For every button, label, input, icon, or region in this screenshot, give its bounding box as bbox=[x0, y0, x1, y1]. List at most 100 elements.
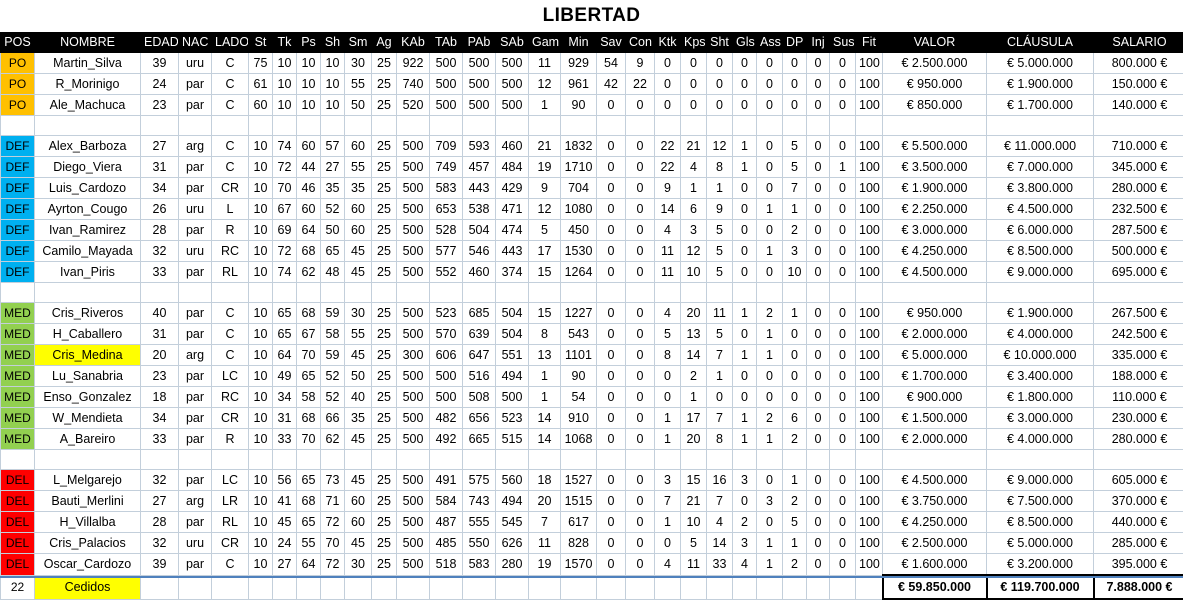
stat-cell-sht[interactable]: 0 bbox=[707, 95, 733, 116]
stat-cell-sab[interactable]: 494 bbox=[496, 366, 529, 387]
stat-cell-sav[interactable]: 0 bbox=[597, 387, 626, 408]
stat-cell-sus[interactable]: 0 bbox=[830, 199, 856, 220]
stat-cell-inj[interactable]: 0 bbox=[807, 241, 830, 262]
player-name-cell[interactable]: Lu_Sanabria bbox=[35, 366, 141, 387]
stat-cell-min[interactable]: 704 bbox=[561, 178, 597, 199]
player-side-cell[interactable]: R bbox=[212, 429, 249, 450]
stat-cell-sht[interactable]: 5 bbox=[707, 241, 733, 262]
stat-cell-sm[interactable]: 45 bbox=[345, 533, 372, 554]
stat-cell-sav[interactable]: 0 bbox=[597, 324, 626, 345]
stat-cell-sav[interactable]: 0 bbox=[597, 220, 626, 241]
value-cell[interactable]: € 1.500.000 bbox=[883, 408, 987, 429]
stat-cell-sm[interactable]: 30 bbox=[345, 53, 372, 74]
stat-cell-tk[interactable]: 41 bbox=[273, 491, 297, 512]
stat-cell-kps[interactable]: 1 bbox=[681, 387, 707, 408]
col-header-fit[interactable]: Fit bbox=[856, 33, 883, 53]
stat-cell-inj[interactable]: 0 bbox=[807, 554, 830, 576]
stat-cell-tk[interactable]: 64 bbox=[273, 345, 297, 366]
stat-cell-gam[interactable]: 13 bbox=[529, 345, 561, 366]
stat-cell-sab[interactable]: 500 bbox=[496, 74, 529, 95]
stat-cell-gls[interactable]: 0 bbox=[733, 324, 757, 345]
player-age-cell[interactable]: 31 bbox=[141, 157, 179, 178]
salary-cell[interactable]: 287.500 € bbox=[1094, 220, 1183, 241]
stat-cell-sm[interactable]: 60 bbox=[345, 512, 372, 533]
stat-cell-tk[interactable]: 24 bbox=[273, 533, 297, 554]
stat-cell-ps[interactable]: 58 bbox=[297, 387, 321, 408]
stat-cell-fit[interactable]: 100 bbox=[856, 387, 883, 408]
stat-cell-ktk[interactable]: 0 bbox=[655, 74, 681, 95]
stat-cell-sh[interactable]: 58 bbox=[321, 324, 345, 345]
stat-cell-dp[interactable]: 5 bbox=[783, 136, 807, 157]
stat-cell-ass[interactable]: 0 bbox=[757, 53, 783, 74]
stat-cell-ass[interactable]: 3 bbox=[757, 491, 783, 512]
stat-cell-sm[interactable]: 45 bbox=[345, 429, 372, 450]
stat-cell-sm[interactable]: 50 bbox=[345, 366, 372, 387]
stat-cell-pab[interactable]: 555 bbox=[463, 512, 496, 533]
player-age-cell[interactable]: 34 bbox=[141, 408, 179, 429]
stat-cell-kab[interactable]: 300 bbox=[397, 345, 430, 366]
player-age-cell[interactable]: 27 bbox=[141, 491, 179, 512]
stat-cell-kps[interactable]: 21 bbox=[681, 136, 707, 157]
stat-cell-sab[interactable]: 460 bbox=[496, 136, 529, 157]
stat-cell-sab[interactable]: 484 bbox=[496, 157, 529, 178]
stat-cell-min[interactable]: 1710 bbox=[561, 157, 597, 178]
stat-cell-tab[interactable]: 492 bbox=[430, 429, 463, 450]
stat-cell-con[interactable]: 0 bbox=[626, 324, 655, 345]
stat-cell-sus[interactable]: 1 bbox=[830, 157, 856, 178]
value-cell[interactable]: € 5.500.000 bbox=[883, 136, 987, 157]
stat-cell-sh[interactable]: 73 bbox=[321, 470, 345, 491]
stat-cell-inj[interactable]: 0 bbox=[807, 408, 830, 429]
position-badge-po[interactable]: PO bbox=[1, 95, 35, 116]
stat-cell-sab[interactable]: 560 bbox=[496, 470, 529, 491]
stat-cell-gls[interactable]: 0 bbox=[733, 199, 757, 220]
stat-cell-min[interactable]: 1515 bbox=[561, 491, 597, 512]
stat-cell-st[interactable]: 60 bbox=[249, 95, 273, 116]
stat-cell-sh[interactable]: 72 bbox=[321, 512, 345, 533]
position-badge-def[interactable]: DEF bbox=[1, 136, 35, 157]
stat-cell-gls[interactable]: 0 bbox=[733, 387, 757, 408]
stat-cell-ass[interactable]: 0 bbox=[757, 262, 783, 283]
stat-cell-pab[interactable]: 593 bbox=[463, 136, 496, 157]
stat-cell-con[interactable]: 0 bbox=[626, 366, 655, 387]
stat-cell-tk[interactable]: 27 bbox=[273, 554, 297, 576]
stat-cell-sht[interactable]: 7 bbox=[707, 345, 733, 366]
stat-cell-inj[interactable]: 0 bbox=[807, 53, 830, 74]
value-cell[interactable]: € 2.000.000 bbox=[883, 324, 987, 345]
stat-cell-sht[interactable]: 1 bbox=[707, 178, 733, 199]
stat-cell-inj[interactable]: 0 bbox=[807, 220, 830, 241]
stat-cell-st[interactable]: 10 bbox=[249, 387, 273, 408]
value-cell[interactable]: € 2.500.000 bbox=[883, 533, 987, 554]
clause-cell[interactable]: € 4.000.000 bbox=[987, 324, 1094, 345]
position-badge-med[interactable]: MED bbox=[1, 303, 35, 324]
stat-cell-ag[interactable]: 25 bbox=[372, 408, 397, 429]
player-side-cell[interactable]: L bbox=[212, 199, 249, 220]
col-header-dp[interactable]: DP bbox=[783, 33, 807, 53]
player-side-cell[interactable]: C bbox=[212, 157, 249, 178]
stat-cell-kps[interactable]: 10 bbox=[681, 512, 707, 533]
value-cell[interactable]: € 850.000 bbox=[883, 95, 987, 116]
stat-cell-ass[interactable]: 2 bbox=[757, 408, 783, 429]
stat-cell-sm[interactable]: 60 bbox=[345, 199, 372, 220]
stat-cell-gam[interactable]: 12 bbox=[529, 74, 561, 95]
stat-cell-ps[interactable]: 60 bbox=[297, 199, 321, 220]
player-side-cell[interactable]: CR bbox=[212, 533, 249, 554]
stat-cell-pab[interactable]: 443 bbox=[463, 178, 496, 199]
stat-cell-ktk[interactable]: 4 bbox=[655, 220, 681, 241]
stat-cell-kps[interactable]: 20 bbox=[681, 303, 707, 324]
stat-cell-tk[interactable]: 72 bbox=[273, 241, 297, 262]
stat-cell-kps[interactable]: 0 bbox=[681, 53, 707, 74]
clause-cell[interactable]: € 1.900.000 bbox=[987, 74, 1094, 95]
stat-cell-kab[interactable]: 500 bbox=[397, 429, 430, 450]
stat-cell-sus[interactable]: 0 bbox=[830, 512, 856, 533]
stat-cell-tab[interactable]: 653 bbox=[430, 199, 463, 220]
col-header-sh[interactable]: Sh bbox=[321, 33, 345, 53]
stat-cell-gls[interactable]: 1 bbox=[733, 136, 757, 157]
stat-cell-fit[interactable]: 100 bbox=[856, 408, 883, 429]
stat-cell-tk[interactable]: 56 bbox=[273, 470, 297, 491]
stat-cell-fit[interactable]: 100 bbox=[856, 199, 883, 220]
salary-cell[interactable]: 800.000 € bbox=[1094, 53, 1183, 74]
stat-cell-min[interactable]: 450 bbox=[561, 220, 597, 241]
stat-cell-ktk[interactable]: 1 bbox=[655, 429, 681, 450]
position-badge-def[interactable]: DEF bbox=[1, 262, 35, 283]
stat-cell-sus[interactable]: 0 bbox=[830, 262, 856, 283]
